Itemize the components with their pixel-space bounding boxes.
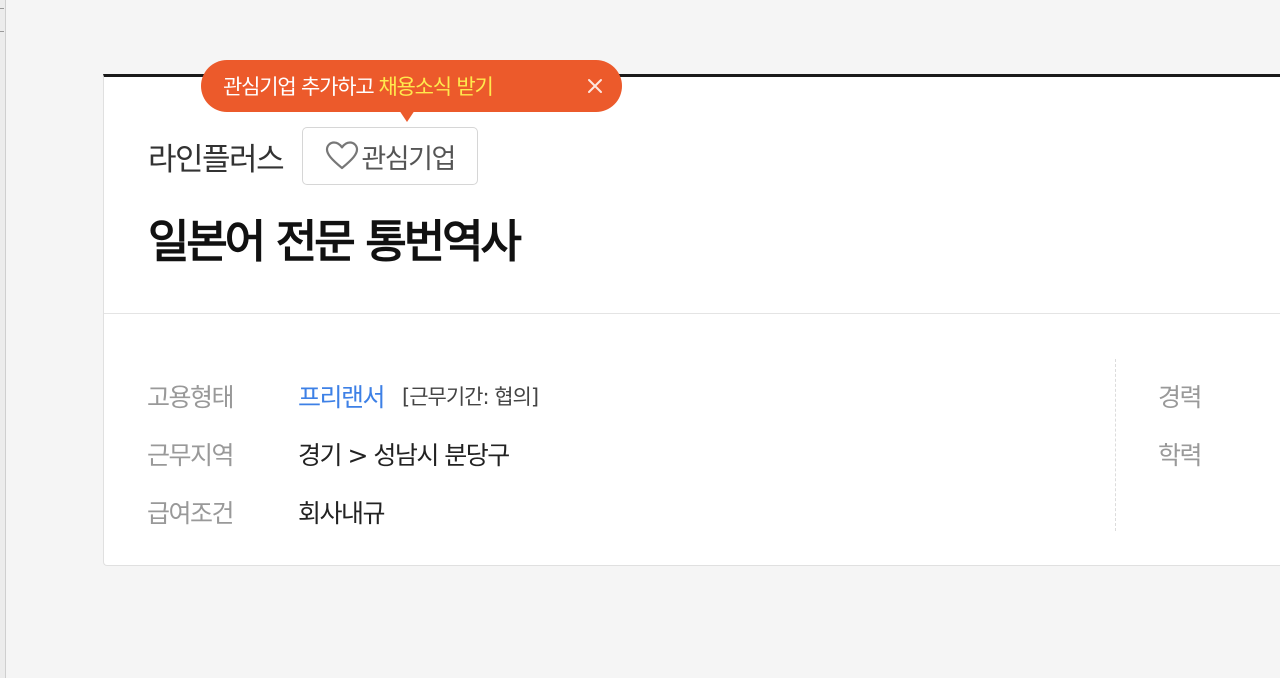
qualifications-list: 경력 학력 [1158,367,1203,483]
condition-row-employment-type: 고용형태 프리랜서 [근무기간: 협의] [147,367,539,425]
section-divider [104,313,1280,314]
employment-type-value[interactable]: 프리랜서 [298,378,386,414]
company-name[interactable]: 라인플러스 [148,134,285,179]
company-header: 라인플러스 관심기업 [148,127,479,185]
salary-value: 회사내규 [298,499,386,528]
tooltip-highlight: 채용소식 받기 [378,75,493,99]
job-conditions-list: 고용형태 프리랜서 [근무기간: 협의] 근무지역 경기 > 성남시 분당구 급… [147,367,539,541]
tooltip-text: 관심기업 추가하고 [223,75,375,99]
location-key: 근무지역 [147,441,235,470]
favorite-company-button[interactable]: 관심기업 [302,127,479,185]
window-edge-notch [0,8,4,32]
condition-row-location: 근무지역 경기 > 성남시 분당구 [147,425,538,483]
window-left-edge [0,0,6,678]
education-key: 학력 [1158,441,1203,470]
employment-type-key: 고용형태 [147,383,235,412]
location-value: 경기 > 성남시 분당구 [298,441,510,470]
favorite-company-label: 관심기업 [361,143,456,175]
job-title: 일본어 전문 통번역사 [148,215,522,268]
salary-key: 급여조건 [147,499,235,528]
heart-outline-icon [325,140,359,172]
experience-key: 경력 [1158,383,1203,412]
close-icon[interactable] [585,76,605,96]
condition-row-salary: 급여조건 회사내규 [147,483,538,541]
favorite-promo-tooltip: 관심기업 추가하고 채용소식 받기 [201,60,622,122]
job-summary-card: 라인플러스 관심기업 일본어 전문 통번역사 고용형태 프리랜서 [근무기간: … [103,74,1280,566]
column-separator [1115,359,1116,531]
work-period-note: [근무기간: 협의] [402,385,539,409]
